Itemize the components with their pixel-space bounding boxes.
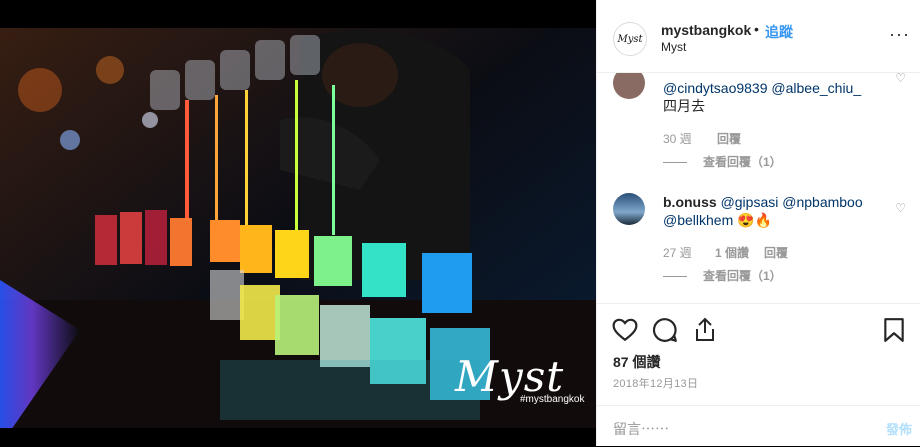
photo-top-letterbox <box>0 0 596 28</box>
mention-link[interactable]: @cindytsao9839 <box>663 80 768 96</box>
comment-time: 27 週 <box>663 246 692 260</box>
comment-input[interactable]: 留言⋯⋯ <box>613 419 669 439</box>
comment-body: b.onuss @gipsasi @npbamboo @bellkhem 😍🔥 <box>663 193 883 229</box>
separator-dot: • <box>754 21 759 37</box>
post-photo[interactable]: Myst #mystbangkok <box>0 0 596 446</box>
share-icon[interactable] <box>691 316 719 344</box>
mention-link[interactable]: @bellkhem <box>663 212 733 228</box>
comment-time: 30 週 <box>663 132 692 146</box>
comment-like-icon[interactable]: ♡ <box>895 73 906 85</box>
comment-like-icon[interactable]: ♡ <box>895 201 906 215</box>
location-link[interactable]: Myst <box>661 40 686 54</box>
view-replies-label: 查看回覆（1） <box>703 269 782 283</box>
avatar-logo: Myst <box>617 33 643 45</box>
mention-link[interactable]: @albee_chiu_ <box>771 80 861 96</box>
replies-line <box>663 276 687 278</box>
comment-icon[interactable] <box>651 316 679 344</box>
reply-button[interactable]: 回覆 <box>717 130 741 147</box>
post-side-panel: Myst mystbangkok • 追蹤 Myst ··· @cindytsa… <box>596 0 920 446</box>
comment-body: @cindytsao9839 @albee_chiu_ 四月去 <box>663 79 883 115</box>
view-replies-button[interactable]: 查看回覆（1） <box>663 267 782 284</box>
post-header: Myst mystbangkok • 追蹤 Myst ··· <box>597 0 920 73</box>
bookmark-icon[interactable] <box>880 316 908 344</box>
photo-bottom-letterbox <box>0 428 596 446</box>
comment-avatar[interactable] <box>613 73 645 99</box>
comment-avatar[interactable] <box>613 193 645 225</box>
brand-hashtag: #mystbangkok <box>520 394 585 405</box>
post-comment-button[interactable]: 發佈 <box>886 419 912 438</box>
comment-username[interactable]: b.onuss <box>663 194 717 210</box>
comment-emoji: 😍🔥 <box>737 212 773 228</box>
avatar[interactable]: Myst <box>613 22 647 56</box>
username-link[interactable]: mystbangkok <box>661 22 751 38</box>
view-replies-button[interactable]: 查看回覆（1） <box>663 153 782 170</box>
reply-button[interactable]: 回覆 <box>764 244 788 261</box>
follow-button[interactable]: 追蹤 <box>765 22 793 42</box>
comment-text: 四月去 <box>663 98 705 114</box>
like-icon[interactable] <box>611 316 639 344</box>
likes-count[interactable]: 87 個讚 <box>613 352 660 372</box>
view-replies-label: 查看回覆（1） <box>703 155 782 169</box>
post-date[interactable]: 2018年12月13日 <box>613 375 698 391</box>
more-options-button[interactable]: ··· <box>889 24 910 45</box>
mention-link[interactable]: @gipsasi <box>721 194 779 210</box>
comments-list[interactable]: @cindytsao9839 @albee_chiu_ 四月去 ♡ 30 週 回… <box>597 73 920 303</box>
instagram-post-view: Myst #mystbangkok Myst mystbangkok • 追蹤 … <box>0 0 920 446</box>
mention-link[interactable]: @npbamboo <box>782 194 862 210</box>
comment-composer: 留言⋯⋯ 發佈 <box>597 405 920 447</box>
comment-likes-count[interactable]: 1 個讚 <box>715 244 749 261</box>
replies-line <box>663 162 687 164</box>
